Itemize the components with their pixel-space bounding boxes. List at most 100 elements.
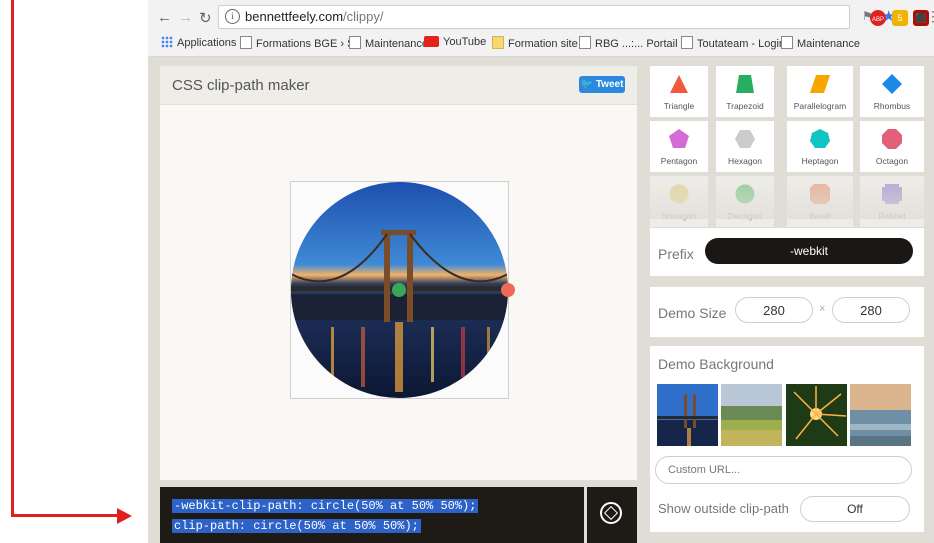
codepen-icon: [600, 502, 622, 524]
bookmark-label: YouTube: [443, 36, 487, 48]
octagon-icon: [882, 129, 902, 149]
bookmark-item[interactable]: Maintenance: [349, 36, 428, 50]
shape-label: Parallelogram: [793, 101, 847, 111]
custom-url-input[interactable]: Custom URL...: [655, 456, 912, 484]
shape-triangle-button[interactable]: Triangle: [650, 66, 708, 117]
url-path: /clippy/: [343, 9, 384, 24]
shape-hexagon-button[interactable]: Hexagon: [716, 121, 774, 172]
bookmark-label: Toutateam - Login: [697, 38, 786, 50]
bookmark-label: Maintenance: [365, 38, 428, 50]
bookmark-item[interactable]: Applications: [161, 36, 236, 49]
fields-thumb-image: [721, 384, 782, 446]
demo-area: [290, 181, 515, 399]
bookmark-label: Applications: [177, 37, 237, 49]
show-outside-toggle[interactable]: Off: [800, 496, 910, 522]
tweet-button[interactable]: 🐦 Tweet: [579, 76, 625, 93]
url-text: bennettfeely.com/clippy/: [245, 9, 384, 24]
reload-icon[interactable]: ↻: [199, 9, 212, 27]
page-icon: [579, 36, 591, 49]
page-icon: [240, 36, 252, 49]
page-icon: [349, 36, 361, 49]
demo-background-label: Demo Background: [658, 356, 774, 372]
bridge-thumb-image: [657, 384, 718, 446]
shape-label: Trapezoid: [726, 101, 764, 111]
center-handle[interactable]: [392, 283, 406, 297]
hexagon-icon: [735, 130, 755, 148]
page-icon: [681, 36, 693, 49]
shape-label: Pentagon: [660, 156, 698, 166]
extension-badge: 5: [897, 13, 903, 23]
bookmark-item[interactable]: Formations BGE › Se: [240, 36, 361, 50]
bookmark-item[interactable]: Maintenance: [781, 36, 860, 50]
prefix-card: Prefix -webkit: [650, 228, 924, 276]
demo-size-card: Demo Size 280 × 280: [650, 287, 924, 337]
extension-icon[interactable]: 5: [892, 10, 908, 26]
shape-label: Heptagon: [801, 156, 839, 166]
annotation-arrow-head: [117, 508, 132, 524]
bg-thumb-sparkler[interactable]: [786, 384, 847, 446]
tweet-label: Tweet: [595, 79, 624, 90]
shape-label: Rhombus: [873, 101, 911, 111]
page-icon: [781, 36, 793, 49]
clip-path-maker-panel: CSS clip-path maker 🐦 Tweet: [160, 66, 637, 480]
times-sign: ×: [819, 303, 826, 315]
url-host: bennettfeely.com: [245, 9, 344, 24]
shape-heptagon-button[interactable]: Heptagon: [787, 121, 853, 172]
prefix-toggle[interactable]: -webkit: [705, 238, 913, 264]
bg-thumb-fields[interactable]: [721, 384, 782, 446]
bookmarks-bar: Applications Formations BGE › Se Mainten…: [148, 33, 934, 53]
trapezoid-icon: [736, 75, 754, 93]
shape-trapezoid-button[interactable]: Trapezoid: [716, 66, 774, 117]
prefix-label: Prefix: [658, 246, 694, 262]
address-bar[interactable]: i bennettfeely.com/clippy/ ⚑ ★: [218, 5, 895, 29]
bg-thumb-bridge[interactable]: [657, 384, 718, 446]
shape-octagon-button[interactable]: Octagon: [860, 121, 924, 172]
apps-grid-icon: [161, 36, 173, 48]
shape-label: Triangle: [663, 101, 695, 111]
shape-pentagon-button[interactable]: Pentagon: [650, 121, 708, 172]
scroll-fade: [645, 179, 934, 219]
width-input[interactable]: 280: [735, 297, 813, 323]
maker-header: CSS clip-path maker 🐦 Tweet: [160, 66, 637, 105]
youtube-icon: [424, 36, 439, 47]
pentagon-icon: [669, 129, 689, 148]
adblock-icon[interactable]: ABP: [870, 10, 886, 26]
sea-thumb-image: [850, 384, 911, 446]
shape-label: Hexagon: [727, 156, 763, 166]
annotation-arrow-line: [11, 0, 14, 517]
back-icon[interactable]: ←: [157, 9, 172, 26]
adblock-badge: ABP: [871, 17, 884, 23]
bookmark-item[interactable]: RBG ...:... Portail: [579, 36, 678, 50]
demo-background-card: Demo Background Custom URL... Show outsi…: [650, 346, 924, 532]
shape-rhombus-button[interactable]: Rhombus: [860, 66, 924, 117]
code-line-standard[interactable]: clip-path: circle(50% at 50% 50%);: [172, 519, 421, 533]
height-input[interactable]: 280: [832, 297, 910, 323]
codepen-button[interactable]: [587, 487, 637, 543]
bg-thumb-sea[interactable]: [850, 384, 911, 446]
shape-label: Octagon: [875, 156, 909, 166]
demo-size-label: Demo Size: [658, 305, 727, 321]
bookmark-label: Formations BGE › Se: [256, 38, 361, 50]
forward-icon[interactable]: →: [178, 9, 193, 26]
annotation-arrow-line: [11, 514, 119, 517]
radius-handle[interactable]: [501, 283, 515, 297]
bookmark-label: Formation site: [508, 38, 578, 50]
page-title: CSS clip-path maker: [172, 77, 310, 94]
bookmark-label: RBG ...:... Portail: [595, 38, 678, 50]
rhombus-icon: [882, 74, 902, 94]
sparkler-thumb-image: [786, 384, 847, 446]
shape-parallelogram-button[interactable]: Parallelogram: [787, 66, 853, 117]
browser-chrome: ← → ↻ i bennettfeely.com/clippy/ ⚑ ★ ABP…: [148, 0, 934, 57]
bookmark-item[interactable]: Toutateam - Login: [681, 36, 785, 50]
bookmark-item[interactable]: Formation site: [492, 36, 578, 50]
triangle-icon: [670, 75, 688, 93]
heptagon-icon: [810, 129, 830, 148]
info-icon[interactable]: i: [225, 9, 240, 24]
code-line-webkit[interactable]: -webkit-clip-path: circle(50% at 50% 50%…: [172, 499, 479, 513]
menu-icon[interactable]: ⋮: [926, 8, 934, 25]
folder-icon: [492, 36, 504, 49]
bookmark-item[interactable]: YouTube: [424, 36, 486, 48]
code-output[interactable]: -webkit-clip-path: circle(50% at 50% 50%…: [160, 487, 584, 543]
parallelogram-icon: [810, 75, 830, 93]
bookmark-label: Maintenance: [797, 38, 860, 50]
